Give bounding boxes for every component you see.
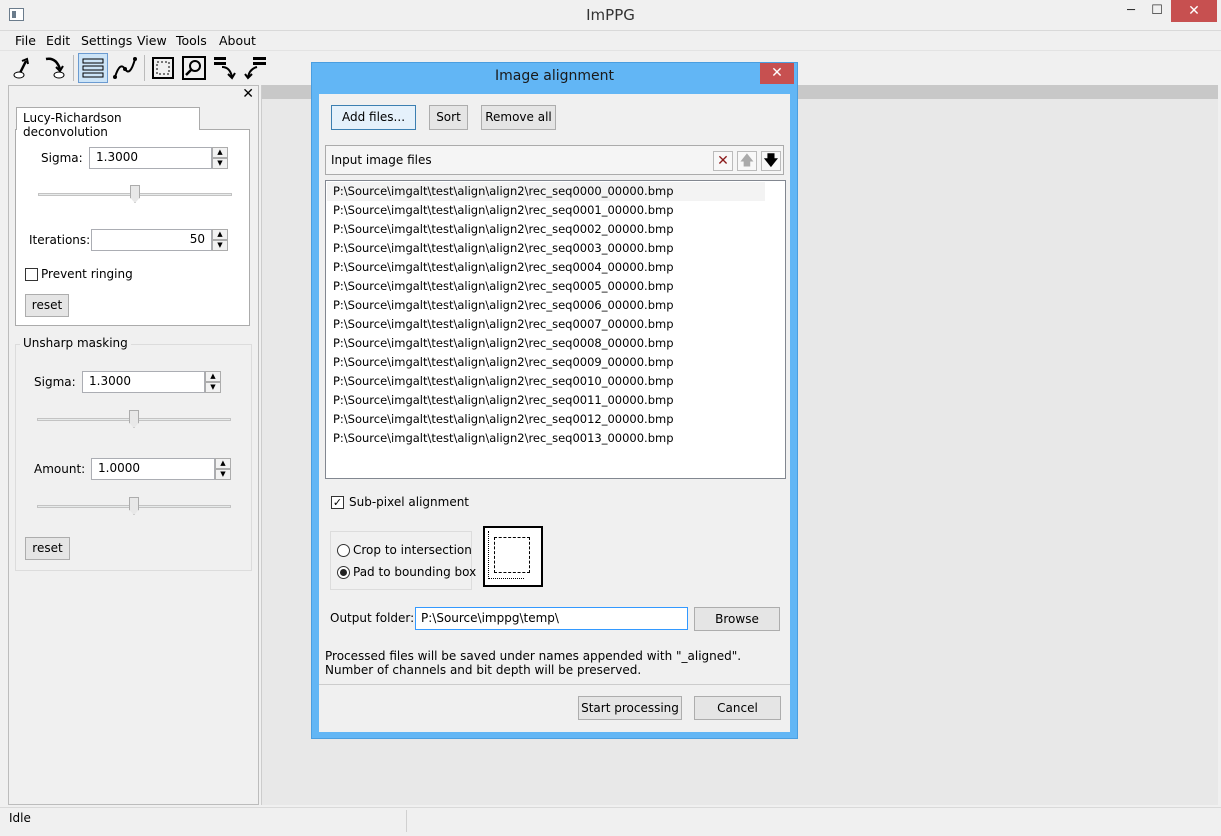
info-text-line1: Processed files will be saved under name…	[325, 649, 742, 663]
lr-reset-button[interactable]: reset	[25, 294, 69, 317]
menu-edit[interactable]: Edit	[46, 33, 70, 48]
tab-lucy-richardson[interactable]: Lucy-Richardson deconvolution	[16, 107, 200, 139]
list-item[interactable]: P:\Source\imgalt\test\align\align2\rec_s…	[333, 429, 674, 448]
lr-iterations-label: Iterations:	[29, 233, 91, 247]
subpixel-checkbox[interactable]: ✓	[331, 496, 344, 509]
um-sigma-slider[interactable]	[37, 410, 231, 430]
um-reset-button[interactable]: reset	[25, 537, 70, 560]
menu-bar: File Edit Settings View Tools About	[0, 31, 1221, 51]
panel-toggle-icon[interactable]	[78, 53, 108, 83]
um-sigma-spinner[interactable]: ▲ ▼	[205, 371, 221, 393]
list-item[interactable]: P:\Source\imgalt\test\align\align2\rec_s…	[333, 277, 674, 296]
menu-tools[interactable]: Tools	[176, 33, 207, 48]
title-bar: ImPPG ─ ☐ ✕	[0, 0, 1221, 31]
output-folder-label: Output folder:	[330, 611, 415, 625]
dialog-title: Image alignment	[494, 68, 615, 84]
crop-to-intersection-radio[interactable]	[337, 544, 350, 557]
file-list-title: Input image files	[331, 153, 432, 167]
batch-process-icon[interactable]	[210, 53, 240, 83]
browse-button[interactable]: Browse	[694, 607, 780, 631]
dialog-close-button[interactable]: ✕	[760, 63, 794, 84]
lr-settings: Sigma: 1.3000 ▲ ▼ Iterations: 50 ▲ ▼ Preve…	[15, 129, 250, 326]
save-file-icon[interactable]	[40, 53, 70, 83]
list-item[interactable]: P:\Source\imgalt\test\align\align2\rec_s…	[333, 315, 674, 334]
output-folder-input[interactable]: P:\Source\imppg\temp\	[415, 607, 688, 630]
unsharp-masking-title: Unsharp masking	[20, 336, 131, 350]
crop-mode-group	[330, 531, 472, 590]
status-text: Idle	[9, 811, 31, 825]
move-down-icon[interactable]: 🡇	[761, 151, 781, 171]
crop-mode-preview-icon	[483, 526, 543, 587]
add-files-button[interactable]: Add files...	[331, 105, 416, 130]
panel-close-icon[interactable]: ✕	[242, 86, 254, 102]
remove-selected-icon[interactable]: ✕	[713, 151, 733, 171]
menu-settings[interactable]: Settings	[81, 33, 132, 48]
remove-all-button[interactable]: Remove all	[481, 105, 556, 130]
maximize-button[interactable]: ☐	[1144, 0, 1170, 22]
file-list[interactable]: P:\Source\imgalt\test\align\align2\rec_s…	[325, 180, 786, 479]
prevent-ringing-label: Prevent ringing	[41, 267, 133, 281]
list-item[interactable]: P:\Source\imgalt\test\align\align2\rec_s…	[333, 410, 674, 429]
pad-to-bounding-box-radio[interactable]	[337, 566, 350, 579]
align-images-icon[interactable]	[241, 53, 271, 83]
image-alignment-dialog: Image alignment ✕ Add files... Sort Remo…	[311, 62, 798, 739]
dialog-body: Add files... Sort Remove all Input image…	[319, 94, 790, 732]
list-item[interactable]: P:\Source\imgalt\test\align\align2\rec_s…	[333, 334, 674, 353]
window-title: ImPPG	[586, 6, 635, 24]
menu-file[interactable]: File	[15, 33, 36, 48]
status-divider	[406, 810, 407, 832]
um-sigma-label: Sigma:	[34, 375, 76, 389]
um-amount-input[interactable]: 1.0000	[91, 458, 215, 480]
minimize-button[interactable]: ─	[1118, 0, 1144, 22]
lr-sigma-input[interactable]: 1.3000	[89, 147, 212, 169]
um-amount-slider[interactable]	[37, 497, 231, 517]
list-item[interactable]: P:\Source\imgalt\test\align\align2\rec_s…	[333, 201, 674, 220]
um-amount-label: Amount:	[34, 462, 86, 476]
list-item[interactable]: P:\Source\imgalt\test\align\align2\rec_s…	[333, 296, 674, 315]
processing-panel: ✕ Lucy-Richardson deconvolution Sigma: 1…	[8, 85, 259, 805]
tone-curve-icon[interactable]	[110, 53, 140, 83]
subpixel-label: Sub-pixel alignment	[349, 495, 470, 509]
pad-to-bounding-box-label: Pad to bounding box	[353, 565, 477, 579]
lr-sigma-slider[interactable]	[38, 185, 232, 205]
list-item[interactable]: P:\Source\imgalt\test\align\align2\rec_s…	[333, 372, 674, 391]
open-file-icon[interactable]	[10, 53, 40, 83]
lr-sigma-spinner[interactable]: ▲ ▼	[212, 147, 228, 169]
um-sigma-input[interactable]: 1.3000	[82, 371, 205, 393]
um-amount-spinner[interactable]: ▲ ▼	[215, 458, 231, 480]
zoom-icon[interactable]	[179, 53, 209, 83]
list-item[interactable]: P:\Source\imgalt\test\align\align2\rec_s…	[333, 239, 674, 258]
lr-sigma-label: Sigma:	[41, 151, 83, 165]
list-item[interactable]: P:\Source\imgalt\test\align\align2\rec_s…	[333, 258, 674, 277]
cancel-button[interactable]: Cancel	[694, 696, 781, 720]
move-up-icon[interactable]: 🡅	[737, 151, 757, 171]
status-bar: Idle	[0, 807, 1221, 836]
selection-icon[interactable]	[148, 53, 178, 83]
list-item[interactable]: P:\Source\imgalt\test\align\align2\rec_s…	[333, 391, 674, 410]
info-text-line2: Number of channels and bit depth will be…	[325, 663, 642, 677]
start-processing-button[interactable]: Start processing	[578, 696, 682, 720]
list-item[interactable]: P:\Source\imgalt\test\align\align2\rec_s…	[327, 182, 765, 201]
menu-about[interactable]: About	[219, 33, 256, 48]
crop-to-intersection-label: Crop to intersection	[353, 543, 472, 557]
lr-iterations-spinner[interactable]: ▲ ▼	[212, 229, 228, 251]
dialog-separator	[319, 684, 790, 685]
file-list-header: Input image files ✕ 🡅 🡇	[325, 145, 784, 175]
prevent-ringing-checkbox[interactable]	[25, 268, 38, 281]
menu-view[interactable]: View	[137, 33, 167, 48]
close-button[interactable]: ✕	[1171, 0, 1217, 22]
list-item[interactable]: P:\Source\imgalt\test\align\align2\rec_s…	[333, 353, 674, 372]
sort-button[interactable]: Sort	[429, 105, 468, 130]
lr-iterations-input[interactable]: 50	[91, 229, 212, 251]
list-item[interactable]: P:\Source\imgalt\test\align\align2\rec_s…	[333, 220, 674, 239]
